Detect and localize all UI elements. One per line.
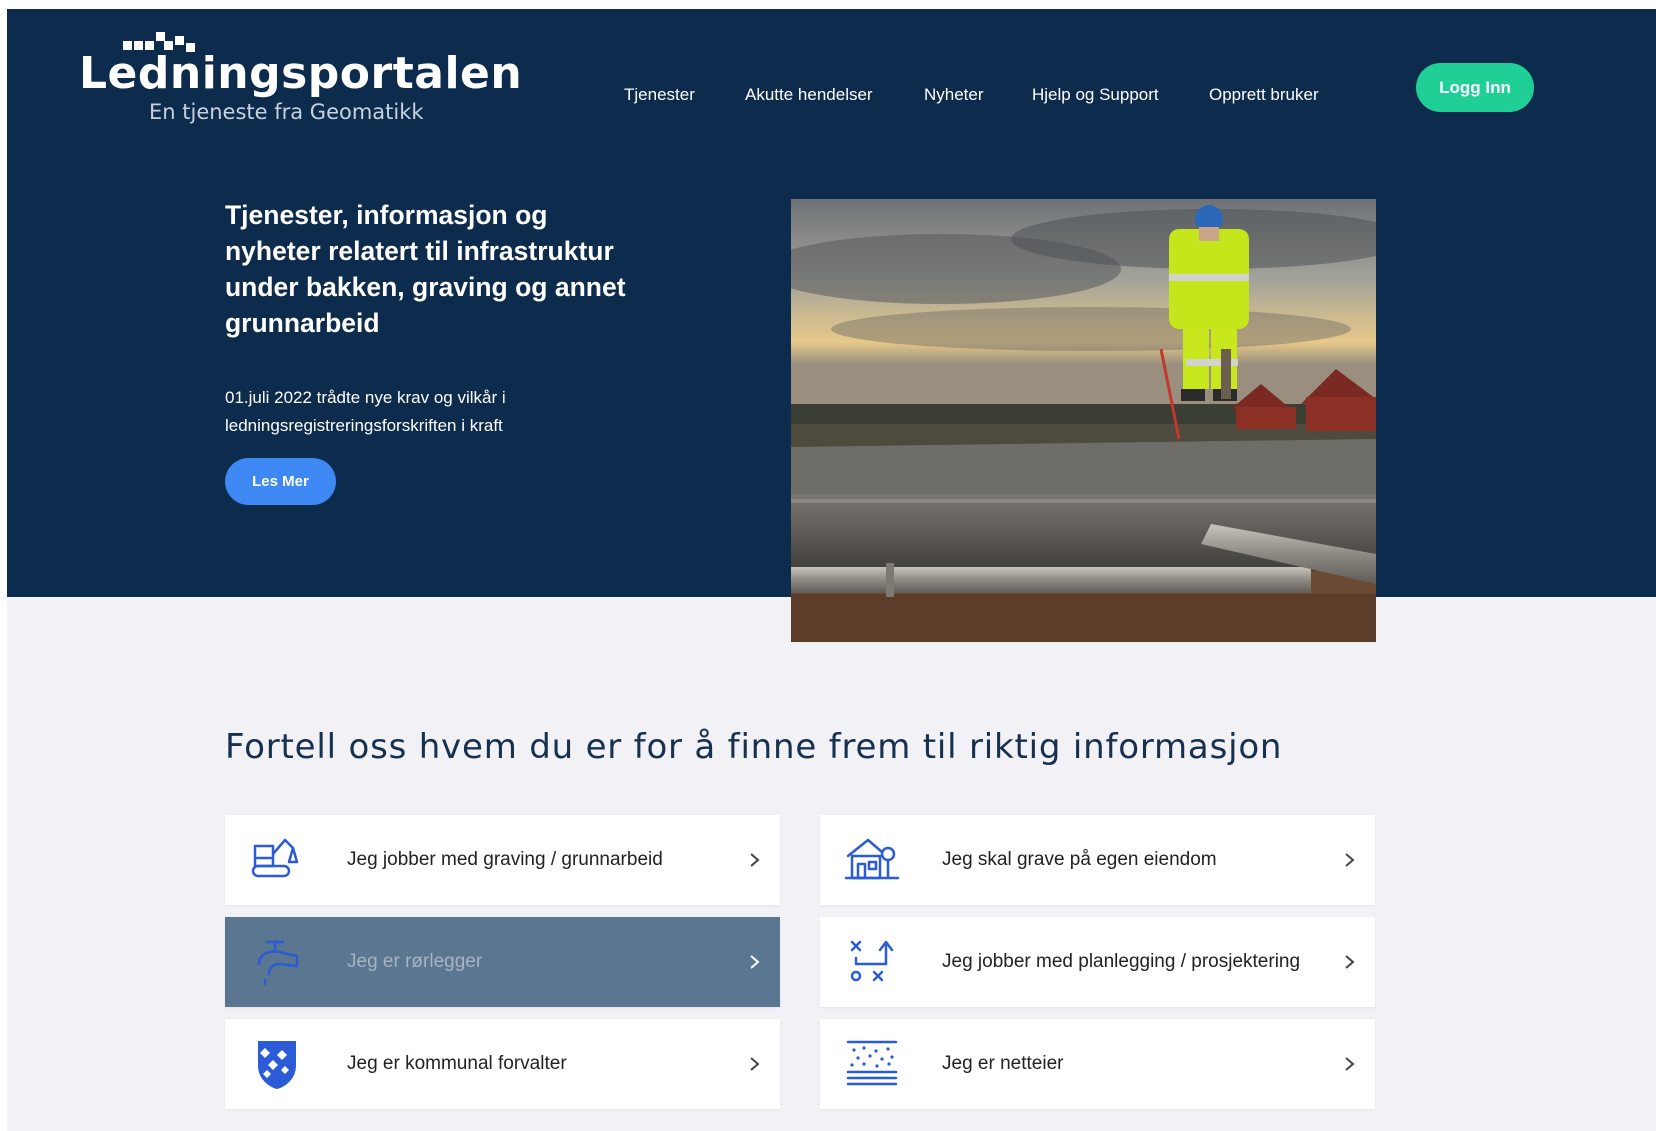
hero-image <box>791 199 1376 642</box>
chevron-right-icon <box>750 1057 760 1071</box>
nav-item-hjelp-og-support[interactable]: Hjelp og Support <box>1032 77 1159 113</box>
card-label: Jeg skal grave på egen eiendom <box>942 849 1217 870</box>
house-tree-icon <box>844 832 900 888</box>
chevron-right-icon <box>1345 955 1355 969</box>
chevron-right-icon <box>1345 853 1355 867</box>
hero-heading: Tjenester, informasjon og nyheter relate… <box>225 200 626 338</box>
nav-item-tjenester[interactable]: Tjenester <box>624 77 695 113</box>
faucet-icon <box>249 934 305 990</box>
card-kommunal-forvalter[interactable]: Jeg er kommunal forvalter <box>225 1019 780 1109</box>
card-egen-eiendom[interactable]: Jeg skal grave på egen eiendom <box>820 815 1375 905</box>
site-logo[interactable]: Ledningsportalen En tjeneste fra Geomati… <box>79 24 522 129</box>
nav-item-akutte-hendelser[interactable]: Akutte hendelser <box>745 77 873 113</box>
network-layers-icon <box>844 1036 900 1092</box>
card-label: Jeg jobber med planlegging / prosjekteri… <box>942 951 1301 972</box>
login-button[interactable]: Logg Inn <box>1416 63 1534 112</box>
municipal-shield-icon <box>249 1036 305 1092</box>
card-label: Jeg er rørlegger <box>347 951 483 972</box>
chevron-right-icon <box>1345 1057 1355 1071</box>
excavator-icon <box>249 832 305 888</box>
nav-item-nyheter[interactable]: Nyheter <box>924 77 984 113</box>
page: Ledningsportalen En tjeneste fra Geomati… <box>7 9 1656 1131</box>
strategy-plan-icon <box>844 934 900 990</box>
card-netteier[interactable]: Jeg er netteier <box>820 1019 1375 1109</box>
nav-item-opprett-bruker[interactable]: Opprett bruker <box>1209 77 1319 113</box>
card-label: Jeg er netteier <box>942 1053 1064 1074</box>
hero-text: 01.juli 2022 trådte nye krav og vilkår i… <box>225 388 506 435</box>
card-rorlegger[interactable]: Jeg er rørlegger <box>225 917 780 1007</box>
card-label: Jeg er kommunal forvalter <box>347 1053 567 1074</box>
card-label: Jeg jobber med graving / grunnarbeid <box>347 849 663 870</box>
section-title: Fortell oss hvem du er for å finne frem … <box>225 727 1283 767</box>
chevron-right-icon <box>750 853 760 867</box>
card-planlegging[interactable]: Jeg jobber med planlegging / prosjekteri… <box>820 917 1375 1007</box>
logo-subtitle: En tjeneste fra Geomatikk <box>149 100 424 124</box>
card-graving[interactable]: Jeg jobber med graving / grunnarbeid <box>225 815 780 905</box>
chevron-right-icon <box>750 955 760 969</box>
read-more-button[interactable]: Les Mer <box>225 458 336 505</box>
logo-name: Ledningsportalen <box>79 48 523 99</box>
